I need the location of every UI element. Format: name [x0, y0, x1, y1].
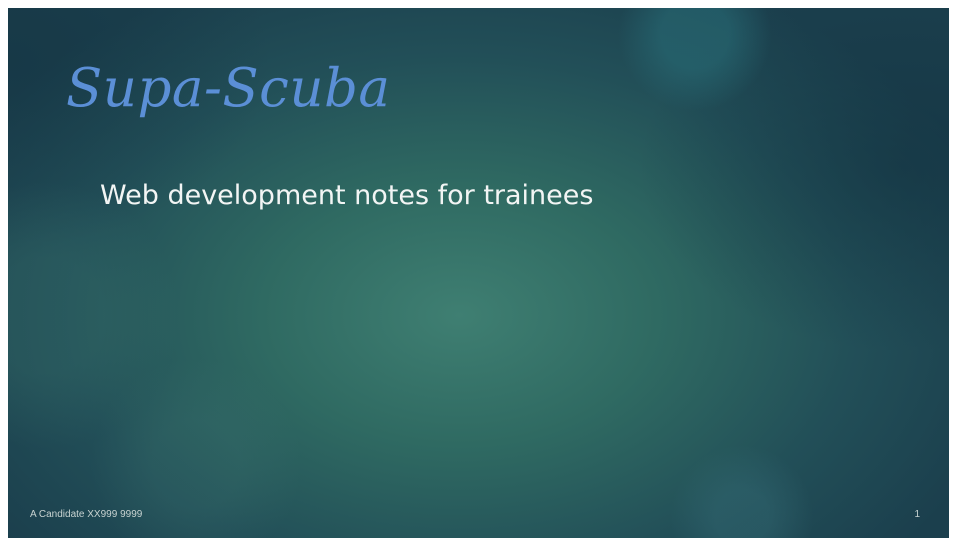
presentation-page: Supa-Scuba Web development notes for tra…: [0, 0, 954, 542]
slide-footer: A Candidate XX999 9999: [30, 509, 143, 520]
title-slide[interactable]: Supa-Scuba Web development notes for tra…: [8, 8, 949, 538]
slide-subtitle: Web development notes for trainees: [100, 180, 594, 211]
slide-number: 1: [914, 509, 920, 520]
slide-title: Supa-Scuba: [66, 58, 391, 119]
